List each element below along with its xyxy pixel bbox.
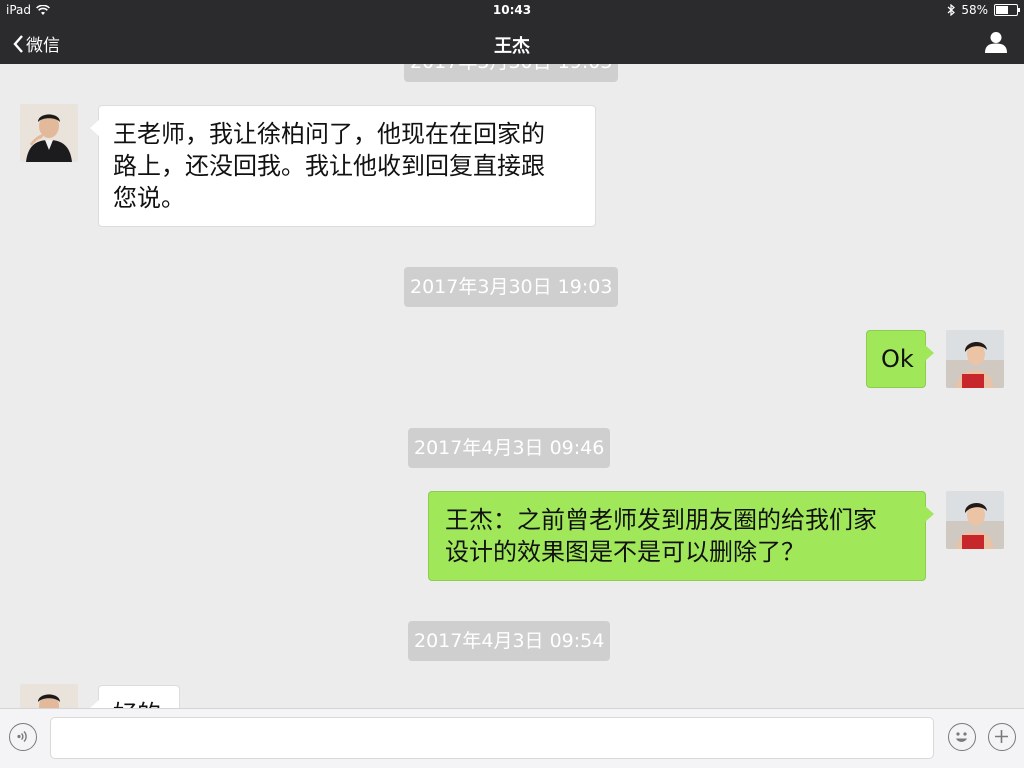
my-avatar[interactable]	[946, 330, 1004, 388]
message-text: Ok	[881, 345, 914, 373]
message-input[interactable]	[50, 717, 934, 759]
outgoing-message[interactable]: 王杰：之前曾老师发到朋友圈的给我们家 设计的效果图是不是可以删除了？	[428, 491, 934, 581]
navigation-bar: 微信 王杰	[0, 22, 1024, 64]
message-line: 王杰：之前曾老师发到朋友圈的给我们家	[445, 506, 877, 534]
status-right: 58%	[947, 3, 1020, 17]
contact-avatar[interactable]	[20, 104, 78, 162]
status-bar: iPad 10:43 58%	[0, 0, 1024, 22]
emoji-button[interactable]	[948, 723, 976, 751]
outgoing-message[interactable]: Ok	[866, 330, 934, 388]
timestamp-label: 2017年3月30日 19:03	[404, 267, 619, 307]
battery-fill	[996, 6, 1008, 14]
my-avatar-image	[946, 330, 1004, 388]
timestamp-label: 2017年4月3日 09:54	[408, 621, 611, 661]
my-avatar-image	[946, 491, 1004, 549]
chat-area[interactable]: 2017年3月30日 19:03 王老师，我让徐柏问了，他现在在回家的 路上，还…	[0, 64, 1024, 708]
emoji-icon	[956, 732, 967, 742]
battery-icon	[994, 4, 1020, 16]
contact-avatar-image	[20, 104, 78, 162]
status-time: 10:43	[492, 3, 532, 17]
battery-percent: 58%	[961, 3, 988, 17]
message-line: 您说。	[113, 184, 185, 212]
plus-icon	[995, 730, 1008, 743]
bluetooth-icon	[947, 4, 956, 16]
message-text: 好的	[113, 698, 165, 708]
incoming-message[interactable]: 好的	[90, 685, 180, 708]
timestamp-label: 2017年3月30日 19:03	[404, 64, 619, 82]
voice-icon	[17, 731, 27, 742]
message-line: 路上，还没回我。我让他收到回复直接跟	[113, 152, 545, 180]
message-line: 王老师，我让徐柏问了，他现在在回家的	[113, 120, 545, 148]
input-toolbar	[0, 708, 1024, 768]
message-line: 设计的效果图是不是可以删除了？	[445, 538, 805, 566]
chat-title: 王杰	[494, 36, 530, 57]
incoming-message[interactable]: 王老师，我让徐柏问了，他现在在回家的 路上，还没回我。我让他收到回复直接跟 您说…	[90, 105, 596, 227]
contact-avatar-image	[20, 684, 78, 708]
person-icon[interactable]	[984, 30, 1008, 54]
my-avatar[interactable]	[946, 491, 1004, 549]
more-button[interactable]	[988, 723, 1016, 751]
contact-avatar[interactable]	[20, 684, 78, 708]
voice-button[interactable]	[9, 723, 37, 751]
timestamp-label: 2017年4月3日 09:46	[408, 428, 611, 468]
